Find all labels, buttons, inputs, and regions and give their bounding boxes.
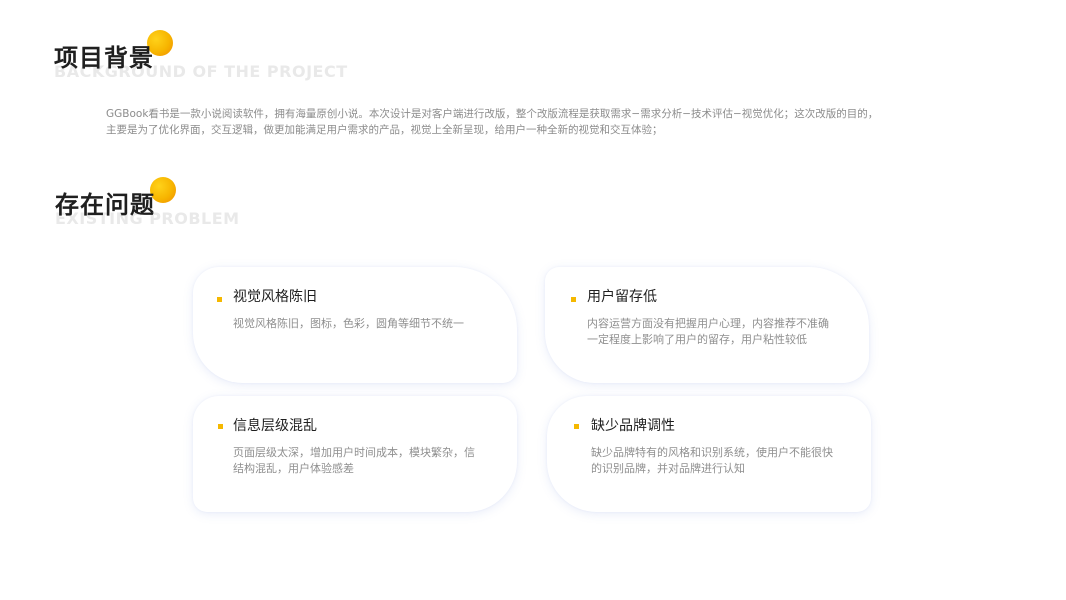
project-intro: GGBook看书是一款小说阅读软件，拥有海量原创小说。本次设计是对客户端进行改版…: [106, 106, 896, 138]
intro-line: GGBook看书是一款小说阅读软件，拥有海量原创小说。本次设计是对客户端进行改版…: [106, 108, 879, 120]
bullet-square-icon: [217, 297, 222, 302]
intro-line: 主要是为了优化界面，交互逻辑，做更加能满足用户需求的产品，视觉上全新呈现，给用户…: [106, 124, 663, 136]
background-section-title: 项目背景: [54, 44, 154, 72]
problem-card-title: 用户留存低: [587, 289, 657, 305]
problem-card-description: 视觉风格陈旧，图标，色彩，圆角等细节不统一: [233, 317, 464, 330]
problem-card-description: 页面层级太深，增加用户时间成本，模块繁杂，信结构混乱，用户体验感差: [233, 446, 475, 475]
bullet-square-icon: [574, 424, 579, 429]
bullet-square-icon: [218, 424, 223, 429]
problem-card-title: 缺少品牌调性: [591, 418, 675, 434]
background-section-heading: BACKGROUND OF THE PROJECT 项目背景: [54, 30, 374, 92]
problem-card-description: 内容运营方面没有把握用户心理，内容推荐不准确一定程度上影响了用户的留存，用户粘性…: [587, 317, 829, 346]
bullet-square-icon: [571, 297, 576, 302]
problem-card-description: 缺少品牌特有的风格和识别系统，使用户不能很快的识别品牌，并对品牌进行认知: [591, 446, 833, 475]
problem-card-title: 信息层级混乱: [233, 418, 317, 434]
problem-section-title: 存在问题: [55, 191, 155, 219]
problem-card-user-retention: 用户留存低 内容运营方面没有把握用户心理，内容推荐不准确一定程度上影响了用户的留…: [545, 267, 869, 383]
problem-card-visual-style: 视觉风格陈旧 视觉风格陈旧，图标，色彩，圆角等细节不统一: [193, 267, 517, 383]
problem-card-brand-tone: 缺少品牌调性 缺少品牌特有的风格和识别系统，使用户不能很快的识别品牌，并对品牌进…: [547, 396, 871, 512]
problem-section-heading: EXISTING PROBLEM 存在问题: [55, 177, 375, 239]
problem-card-information-hierarchy: 信息层级混乱 页面层级太深，增加用户时间成本，模块繁杂，信结构混乱，用户体验感差: [193, 396, 517, 512]
problem-card-title: 视觉风格陈旧: [233, 289, 317, 305]
